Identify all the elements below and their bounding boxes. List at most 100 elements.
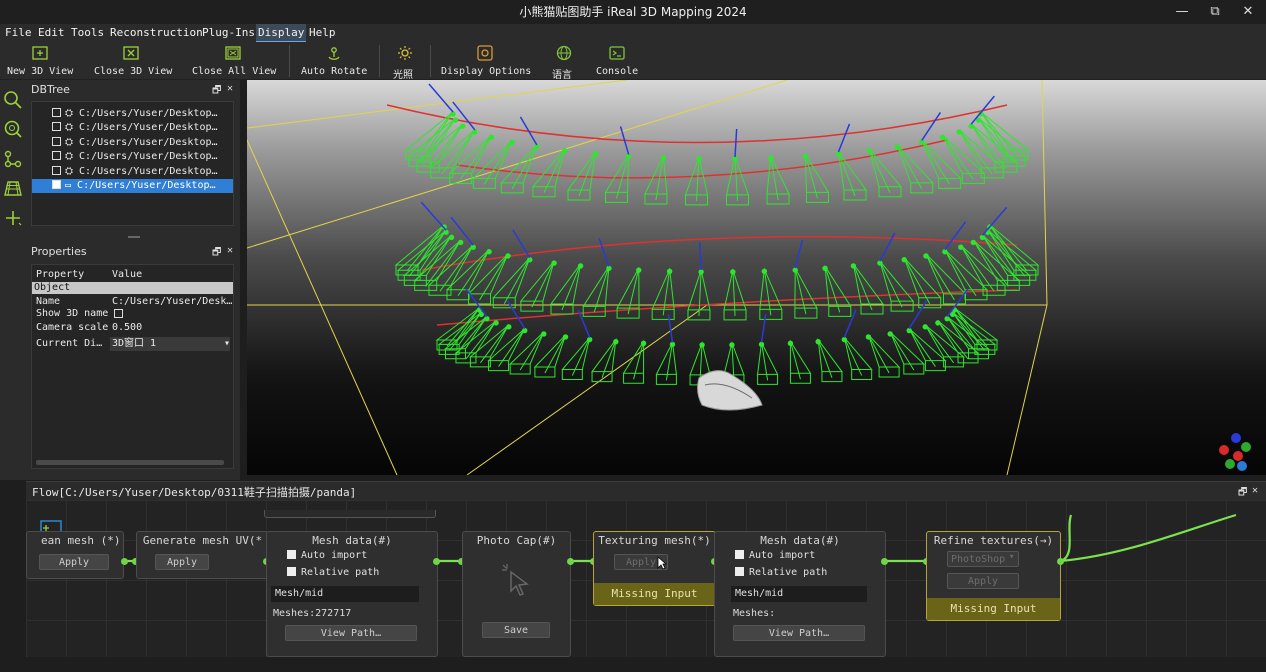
output-port[interactable]: [567, 558, 574, 565]
chevron-down-icon: ▾: [1009, 552, 1015, 562]
mesh-path-field[interactable]: Mesh/mid: [731, 586, 867, 602]
tree-checkbox[interactable]: [52, 107, 61, 117]
refine-textures-node[interactable]: Refine textures(→) PhotoShop ▾ Apply Mis…: [926, 531, 1061, 621]
close-3d-view-button[interactable]: Close 3D View: [90, 42, 174, 80]
property-row[interactable]: Current Di… 3D窗口 1 ▾: [32, 337, 233, 351]
dbtree-float-icon[interactable]: 🗗: [212, 83, 221, 100]
generate-uv-apply-button[interactable]: Apply: [155, 554, 209, 570]
property-row[interactable]: Show 3D name: [32, 307, 233, 321]
relative-path-label: Relative path: [301, 567, 380, 578]
photo-cap-save-button[interactable]: Save: [482, 622, 550, 638]
camera-center: [592, 151, 599, 157]
clean-mesh-node[interactable]: ean mesh (*) Apply: [26, 531, 124, 579]
horizontal-scrollbar[interactable]: [36, 460, 224, 465]
auto-import-checkbox[interactable]: Auto import: [287, 549, 368, 561]
flow-close-icon[interactable]: ✕: [1252, 485, 1258, 496]
restore-button[interactable]: ⧉: [1199, 0, 1231, 24]
camera-frustum: [759, 267, 783, 320]
camera-frustum: [989, 224, 1040, 276]
texturing-mesh-node[interactable]: Texturing mesh(*) Apply Missing Input: [593, 531, 716, 606]
properties-float-icon[interactable]: 🗗: [212, 245, 221, 262]
clean-mesh-apply-button[interactable]: Apply: [39, 554, 109, 570]
close-all-icon: [225, 46, 241, 60]
menu-file[interactable]: File: [3, 24, 34, 42]
show-3d-name-checkbox[interactable]: [114, 309, 123, 318]
mesh-data-node-2[interactable]: Mesh data(#) Auto import Relative path M…: [714, 531, 886, 657]
generate-uv-node[interactable]: Generate mesh UV(* Apply: [136, 531, 269, 579]
output-port[interactable]: [1057, 558, 1064, 565]
mesh-data-node[interactable]: Mesh data(#) Auto import Relative path M…: [266, 531, 438, 657]
auto-import-label: Auto import: [301, 550, 368, 561]
properties-close-icon[interactable]: ✕: [227, 245, 233, 256]
move-icon[interactable]: [3, 208, 23, 228]
menu-reconstruction[interactable]: Reconstruction: [108, 24, 205, 42]
tree-item[interactable]: ⛭ C:/Users/Yuser/Desktop…: [32, 165, 233, 179]
view-path-button[interactable]: View Path…: [733, 625, 865, 641]
language-button[interactable]: 语言: [548, 42, 584, 81]
camera-scale-field[interactable]: 0.500: [112, 321, 142, 335]
relative-path-checkbox[interactable]: Relative path: [735, 566, 827, 578]
camera-frustum: [651, 267, 675, 320]
relative-path-checkbox[interactable]: Relative path: [287, 566, 380, 578]
property-key: Camera scale: [36, 322, 109, 333]
zoom-fit-icon[interactable]: [3, 119, 23, 139]
menu-tools[interactable]: Tools: [69, 24, 106, 42]
tree-item[interactable]: ⛭ C:/Users/Yuser/Desktop…: [32, 136, 233, 150]
camera-frustum: [435, 307, 480, 351]
camera-frustum: [942, 135, 986, 184]
camera-center: [901, 257, 907, 263]
flow-canvas[interactable]: ean mesh (*) Apply Generate mesh UV(* Ap…: [26, 500, 1266, 657]
minimize-button[interactable]: —: [1166, 0, 1198, 24]
light-button[interactable]: 光照: [388, 42, 428, 81]
output-port[interactable]: [433, 558, 440, 565]
dbtree-close-icon[interactable]: ✕: [227, 83, 233, 94]
graph-nodes-icon[interactable]: [3, 149, 23, 169]
current-view-select[interactable]: 3D窗口 1: [110, 337, 230, 351]
meshes-count: Meshes:: [733, 608, 776, 619]
refine-apply-button[interactable]: Apply: [947, 573, 1019, 589]
auto-rotate-label: Auto Rotate: [301, 66, 368, 77]
camera-center: [802, 153, 809, 160]
close-all-view-button[interactable]: Close All View: [188, 42, 280, 80]
camera-center: [522, 327, 528, 334]
rotate-icon: [328, 47, 340, 60]
output-port[interactable]: [121, 558, 128, 565]
auto-import-checkbox[interactable]: Auto import: [735, 549, 815, 561]
property-row[interactable]: Camera scale 0.500: [32, 321, 233, 335]
menu-plugins[interactable]: Plug-Ins: [200, 24, 257, 42]
camera-center: [509, 139, 515, 146]
tree-checkbox[interactable]: [52, 165, 61, 175]
camera-center: [541, 331, 547, 337]
tree-checkbox[interactable]: [52, 150, 61, 160]
dbtree-list: ⛭ C:/Users/Yuser/Desktop… ⛭ C:/Users/Yus…: [31, 101, 234, 226]
auto-rotate-button[interactable]: Auto Rotate: [298, 42, 372, 80]
splitter-handle[interactable]: [128, 236, 140, 238]
3d-viewport[interactable]: [247, 80, 1266, 475]
camera-center: [534, 144, 540, 150]
photo-cap-node[interactable]: Photo Cap(#) Save: [462, 531, 571, 657]
tree-checkbox[interactable]: [52, 179, 61, 189]
tree-item-selected[interactable]: ▭ C:/Users/Yuser/Desktop…: [32, 179, 233, 193]
tree-checkbox[interactable]: [52, 136, 61, 146]
tree-item[interactable]: ⛭ C:/Users/Yuser/Desktop…: [32, 121, 233, 135]
search-icon[interactable]: [3, 90, 23, 110]
close-button[interactable]: ✕: [1232, 0, 1264, 24]
tree-item[interactable]: ⛭ C:/Users/Yuser/Desktop…: [32, 107, 233, 121]
menu-help[interactable]: Help: [307, 24, 338, 42]
console-button[interactable]: Console: [594, 42, 642, 80]
camera-frustum: [766, 154, 790, 205]
menu-edit[interactable]: Edit: [36, 24, 67, 42]
menu-display[interactable]: Display: [256, 24, 307, 42]
camera-center: [698, 269, 704, 275]
tree-item[interactable]: ⛭ C:/Users/Yuser/Desktop…: [32, 150, 233, 164]
camera-center: [950, 311, 956, 318]
tree-checkbox[interactable]: [52, 121, 61, 131]
display-options-button[interactable]: Display Options: [438, 42, 534, 80]
output-port[interactable]: [881, 558, 888, 565]
camera-center: [730, 269, 736, 275]
view-path-button[interactable]: View Path…: [285, 625, 417, 641]
grid-mesh-icon[interactable]: [3, 178, 23, 198]
camera-center: [669, 341, 676, 348]
new-3d-view-button[interactable]: New 3D View: [4, 42, 76, 80]
mesh-path-field[interactable]: Mesh/mid: [271, 586, 419, 602]
